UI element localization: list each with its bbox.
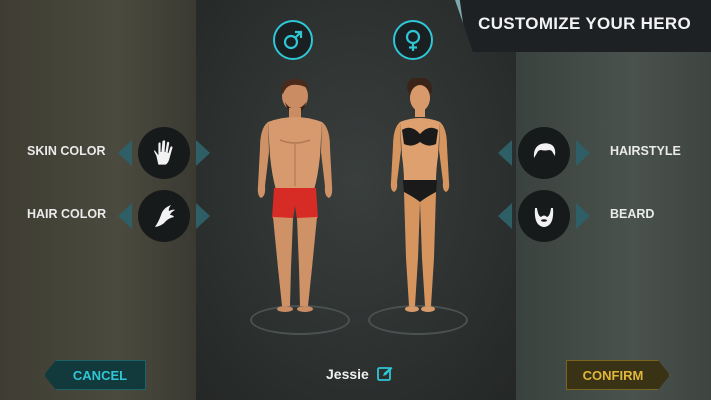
confirm-button[interactable]: CONFIRM xyxy=(566,360,670,390)
skin-color-next-arrow[interactable] xyxy=(196,140,210,166)
hero-name-field: Jessie xyxy=(326,366,393,382)
edit-icon[interactable] xyxy=(376,366,393,382)
skin-color-option: SKIN COLOR xyxy=(0,127,215,179)
beard-label: BEARD xyxy=(610,207,655,221)
skin-color-label: SKIN COLOR xyxy=(27,144,106,158)
male-symbol-icon xyxy=(283,30,303,50)
skin-color-prev-arrow[interactable] xyxy=(118,140,132,166)
cancel-button[interactable]: CANCEL xyxy=(44,360,146,390)
hero-name: Jessie xyxy=(326,366,369,382)
hair-color-label: HAIR COLOR xyxy=(27,207,107,221)
hair-swoosh-icon xyxy=(155,205,175,227)
hairstyle-option: HAIRSTYLE xyxy=(496,127,711,179)
hand-icon xyxy=(153,139,174,166)
page-title: CUSTOMIZE YOUR HERO xyxy=(478,14,691,33)
female-gender-button[interactable] xyxy=(393,20,433,60)
beard-option: BEARD xyxy=(496,190,711,242)
beard-next-arrow[interactable] xyxy=(576,203,590,229)
male-hero-model[interactable] xyxy=(248,78,348,323)
female-hero-model[interactable] xyxy=(376,78,466,323)
beard-button[interactable] xyxy=(518,190,570,242)
skin-color-button[interactable] xyxy=(138,127,190,179)
center-stage-background xyxy=(196,0,516,400)
beard-icon xyxy=(534,208,554,227)
hairstyle-icon xyxy=(533,143,556,158)
hair-color-button[interactable] xyxy=(138,190,190,242)
hairstyle-prev-arrow[interactable] xyxy=(498,140,512,166)
female-symbol-icon xyxy=(405,29,421,51)
hair-color-prev-arrow[interactable] xyxy=(118,203,132,229)
hair-color-option: HAIR COLOR xyxy=(0,190,215,242)
hair-color-next-arrow[interactable] xyxy=(196,203,210,229)
male-gender-button[interactable] xyxy=(273,20,313,60)
hairstyle-next-arrow[interactable] xyxy=(576,140,590,166)
hairstyle-label: HAIRSTYLE xyxy=(610,144,681,158)
hairstyle-button[interactable] xyxy=(518,127,570,179)
title-banner: CUSTOMIZE YOUR HERO xyxy=(455,0,711,52)
beard-prev-arrow[interactable] xyxy=(498,203,512,229)
